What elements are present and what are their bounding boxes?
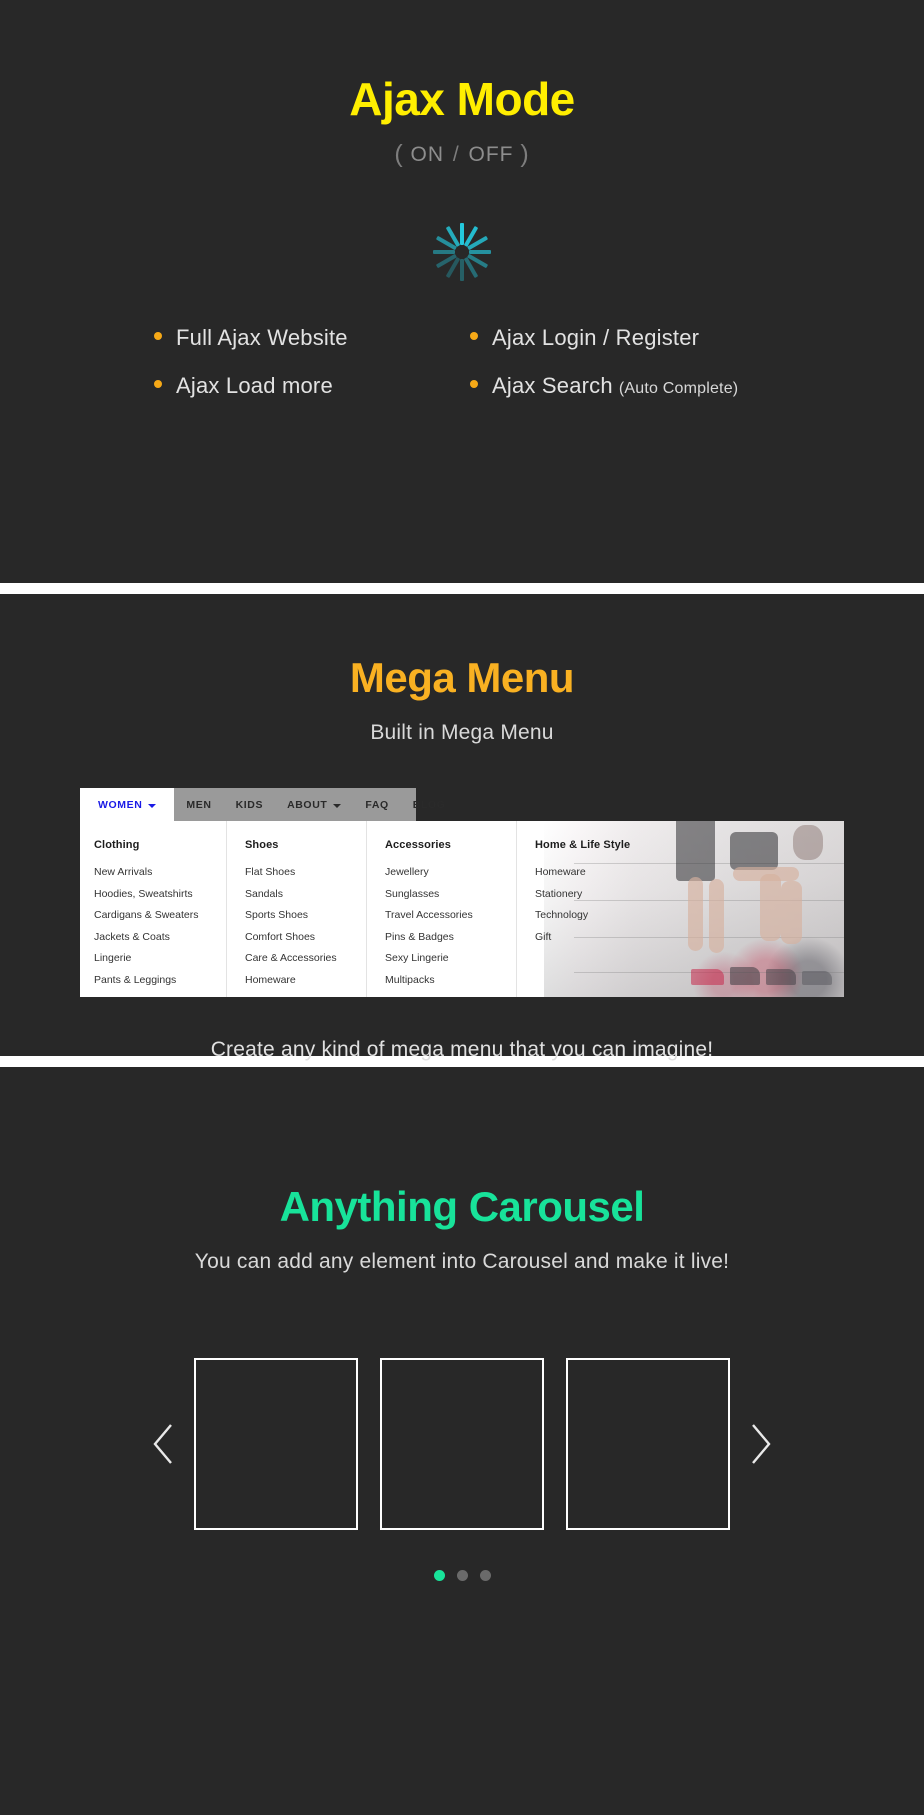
mega-menu-link[interactable]: Pins & Badges <box>385 931 516 943</box>
ajax-feature-note: (Auto Complete) <box>618 379 739 397</box>
carousel-section: Anything Carousel You can add any elemen… <box>0 1067 924 1815</box>
carousel-title: Anything Carousel <box>279 1183 645 1230</box>
mega-menu-link[interactable]: Hoodies, Sweatshirts <box>94 888 226 900</box>
ajax-feature-column-left: Full Ajax Website Ajax Load more <box>154 325 384 399</box>
mega-menu-link[interactable]: New Arrivals <box>94 866 226 878</box>
mega-menu-link[interactable]: Homeware <box>535 866 666 878</box>
carousel-slide[interactable] <box>566 1358 730 1531</box>
nav-tab-label: ABOUT <box>287 798 328 811</box>
ajax-feature-item: Full Ajax Website <box>154 325 384 351</box>
carousel-viewport <box>0 1358 924 1531</box>
mega-menu-link[interactable]: Travel Accessories <box>385 909 516 921</box>
bullet-dot-icon <box>470 331 478 340</box>
paren-close: ) <box>520 139 530 168</box>
mega-menu-link[interactable]: Comfort Shoes <box>245 931 366 943</box>
mega-menu-column-heading: Clothing <box>94 839 140 852</box>
spinner-spoke <box>433 249 455 254</box>
carousel-lead: You can add any element into Carousel an… <box>194 1250 730 1274</box>
separator-slash: / <box>452 142 460 166</box>
mega-menu-demo: WOMEN MEN KIDS ABOUT FAQ BLOG Clothing New Arr… <box>80 788 844 998</box>
ajax-off-label[interactable]: OFF <box>469 143 514 166</box>
nav-tab-label: MEN <box>186 798 212 811</box>
nav-tab-blog[interactable]: BLOG <box>401 788 458 821</box>
mega-menu-link[interactable]: Sports Shoes <box>245 909 366 921</box>
carousel-slide[interactable] <box>194 1358 358 1531</box>
mega-menu-link[interactable]: Sandals <box>245 888 366 900</box>
mega-menu-link[interactable]: Gift <box>535 931 666 943</box>
mega-menu-column-heading: Home & Life Style <box>535 839 631 852</box>
mega-menu-column: Shoes Flat Shoes Sandals Sports Shoes Comfor… <box>226 821 366 998</box>
chevron-down-icon <box>333 803 342 808</box>
carousel-slide[interactable] <box>380 1358 544 1531</box>
nav-tab-about[interactable]: ABOUT <box>275 788 353 821</box>
carousel-pagination-dots[interactable] <box>0 1570 924 1582</box>
nav-tab-label: KIDS <box>235 798 264 811</box>
mega-menu-closing-text: Create any kind of mega menu that you ca… <box>210 1038 714 1062</box>
chevron-right-icon[interactable] <box>730 1413 792 1475</box>
mega-menu-link[interactable]: Homeware <box>245 974 366 986</box>
bullet-dot-icon <box>154 379 162 388</box>
section-divider <box>0 583 924 594</box>
ajax-on-label[interactable]: ON <box>410 143 444 166</box>
spinner-spoke <box>469 249 491 254</box>
ajax-feature-label: Ajax Login / Register <box>492 324 700 350</box>
mega-menu-link[interactable]: Sexy Lingerie <box>385 952 516 964</box>
mega-menu-link[interactable]: Stationery <box>535 888 666 900</box>
chevron-left-icon[interactable] <box>132 1413 194 1475</box>
bullet-dot-icon <box>470 379 478 388</box>
mega-menu-navbar[interactable]: WOMEN MEN KIDS ABOUT FAQ BLOG <box>80 788 445 822</box>
nav-tab-label: WOMEN <box>98 798 143 811</box>
ajax-feature-column-right: Ajax Login / Register Ajax Search (Auto Co… <box>470 325 770 399</box>
bullet-dot-icon <box>154 331 162 340</box>
mega-menu-section: Mega Menu Built in Mega Menu WOMEN MEN KID… <box>0 594 924 1061</box>
nav-tab-men[interactable]: MEN <box>174 788 223 821</box>
paren-open: ( <box>394 139 404 168</box>
mega-menu-column-heading: Shoes <box>245 839 279 852</box>
carousel-slides <box>194 1358 730 1531</box>
mega-menu-columns: Clothing New Arrivals Hoodies, Sweatshirts… <box>80 821 666 998</box>
mega-menu-link[interactable]: Pants & Leggings <box>94 974 226 986</box>
mega-menu-link[interactable]: Jewellery <box>385 866 516 878</box>
mega-menu-title: Mega Menu <box>349 654 575 701</box>
mega-menu-panel: Clothing New Arrivals Hoodies, Sweatshirts… <box>80 821 844 998</box>
ajax-feature-list: Full Ajax Website Ajax Load more Ajax Log… <box>0 325 924 399</box>
ajax-mode-title: Ajax Mode <box>349 73 575 125</box>
ajax-mode-section: Ajax Mode ( ON / OFF ) Full Ajax Website… <box>0 0 924 583</box>
ajax-feature-label: Full Ajax Website <box>176 324 348 350</box>
mega-menu-column-heading: Accessories <box>385 839 451 852</box>
ajax-feature-item: Ajax Search (Auto Complete) <box>470 373 770 399</box>
mega-menu-link[interactable]: Sunglasses <box>385 888 516 900</box>
ajax-feature-label: Ajax Search <box>492 372 613 398</box>
mega-menu-link[interactable]: Cardigans & Sweaters <box>94 909 226 921</box>
ajax-feature-item: Ajax Load more <box>154 373 384 399</box>
nav-tab-kids[interactable]: KIDS <box>224 788 276 821</box>
mega-menu-lead: Built in Mega Menu <box>370 721 554 745</box>
nav-tab-faq[interactable]: FAQ <box>353 788 400 821</box>
chevron-down-icon <box>148 803 157 808</box>
loading-spinner-wrapper <box>0 197 924 307</box>
mega-menu-link[interactable]: Care & Accessories <box>245 952 366 964</box>
spinner-spoke <box>460 222 464 245</box>
nav-tab-label: BLOG <box>412 798 446 811</box>
ajax-feature-item: Ajax Login / Register <box>470 325 770 351</box>
carousel-dot[interactable] <box>433 1570 445 1582</box>
loading-spinner-icon <box>433 222 491 281</box>
carousel-dot[interactable] <box>479 1570 491 1582</box>
spinner-spoke <box>460 258 464 281</box>
carousel-dot[interactable] <box>456 1570 468 1582</box>
mega-menu-column: Clothing New Arrivals Hoodies, Sweatshirts… <box>80 821 226 997</box>
nav-tab-women[interactable]: WOMEN <box>80 788 175 822</box>
mega-menu-link[interactable]: Flat Shoes <box>245 866 366 878</box>
nav-tab-label: FAQ <box>365 798 389 811</box>
mega-menu-link[interactable]: Jackets & Coats <box>94 931 226 943</box>
ajax-feature-label: Ajax Load more <box>176 372 333 398</box>
ajax-mode-subtitle: ( ON / OFF ) <box>0 140 924 169</box>
mega-menu-link[interactable]: Multipacks <box>385 974 516 986</box>
mega-menu-column: Accessories Jewellery Sunglasses Travel Acc… <box>366 821 516 998</box>
mega-menu-link[interactable]: Lingerie <box>94 952 226 964</box>
mega-menu-column: Home & Life Style Homeware Stationery Techn… <box>516 821 666 998</box>
mega-menu-link[interactable]: Technology <box>535 909 666 921</box>
